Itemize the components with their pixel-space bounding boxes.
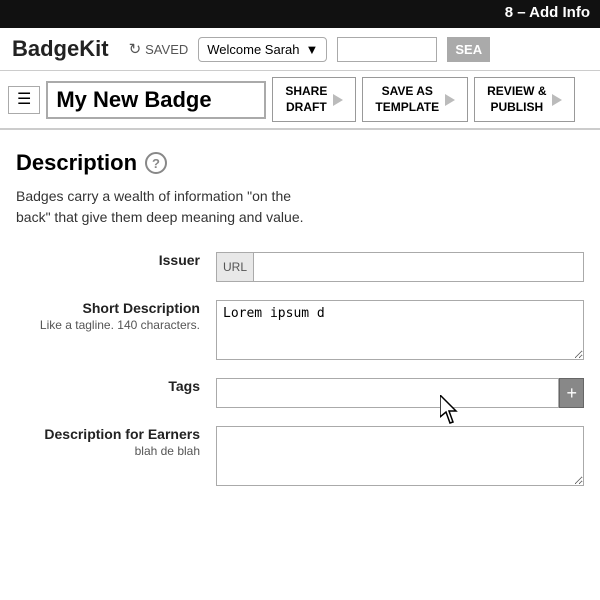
description-text: Badges carry a wealth of information "on… [16,186,316,228]
save-as-template-arrow-icon [445,94,455,106]
user-label: Welcome Sarah [207,42,299,57]
help-icon[interactable]: ? [145,152,167,174]
search-input[interactable] [337,37,437,62]
user-dropdown[interactable]: Welcome Sarah ▼ [198,37,327,62]
saved-indicator: ↻ SAVED [129,40,189,58]
issuer-row: Issuer URL [16,252,584,282]
earners-description-input[interactable] [216,426,584,486]
save-as-template-label: SAVE ASTEMPLATE [375,84,439,115]
saved-label: SAVED [145,42,188,57]
tags-add-button[interactable]: + [559,378,584,408]
earners-description-row: Description for Earners blah de blah [16,426,584,486]
search-button[interactable]: SEA [447,37,490,62]
main-content: Description ? Badges carry a wealth of i… [0,130,600,594]
review-publish-label: REVIEW &PUBLISH [487,84,546,115]
issuer-label: Issuer [16,252,200,268]
tags-input[interactable] [216,378,559,408]
review-publish-arrow-icon [552,94,562,106]
badge-title-input[interactable] [46,81,266,119]
save-as-template-button[interactable]: SAVE ASTEMPLATE [362,77,468,122]
app-title: BadgeKit [12,36,109,62]
short-description-input[interactable]: Lorem ipsum d [216,300,584,360]
review-publish-button[interactable]: REVIEW &PUBLISH [474,77,575,122]
top-bar: 8 – Add Info [0,0,600,28]
tags-label: Tags [16,378,200,394]
share-draft-button[interactable]: SHAREDRAFT [272,77,356,122]
short-description-label-col: Short Description Like a tagline. 140 ch… [16,300,216,332]
issuer-url-input[interactable] [253,252,584,282]
description-title: Description [16,150,137,176]
top-bar-text: 8 – Add Info [505,4,590,21]
url-prefix: URL [216,252,253,282]
header: BadgeKit ↻ SAVED Welcome Sarah ▼ SEA [0,28,600,71]
share-draft-label: SHAREDRAFT [285,84,327,115]
earners-description-label-col: Description for Earners blah de blah [16,426,216,458]
menu-icon-button[interactable]: ☰ [8,86,40,114]
issuer-label-col: Issuer [16,252,216,268]
short-description-sublabel: Like a tagline. 140 characters. [16,318,200,332]
tags-input-col: + [216,378,584,408]
earners-description-label: Description for Earners [16,426,200,442]
short-description-row: Short Description Like a tagline. 140 ch… [16,300,584,360]
issuer-input-col: URL [216,252,584,282]
toolbar: ☰ SHAREDRAFT SAVE ASTEMPLATE REVIEW &PUB… [0,71,600,130]
hamburger-icon: ☰ [17,91,31,108]
tags-row: Tags + [16,378,584,408]
chevron-down-icon: ▼ [306,42,319,57]
tags-label-col: Tags [16,378,216,394]
earners-description-input-col [216,426,584,486]
refresh-icon: ↻ [129,40,142,58]
short-description-input-col: Lorem ipsum d [216,300,584,360]
description-section: Description ? [16,150,584,176]
share-draft-arrow-icon [333,94,343,106]
earners-description-sublabel: blah de blah [16,444,200,458]
short-description-label: Short Description [16,300,200,316]
